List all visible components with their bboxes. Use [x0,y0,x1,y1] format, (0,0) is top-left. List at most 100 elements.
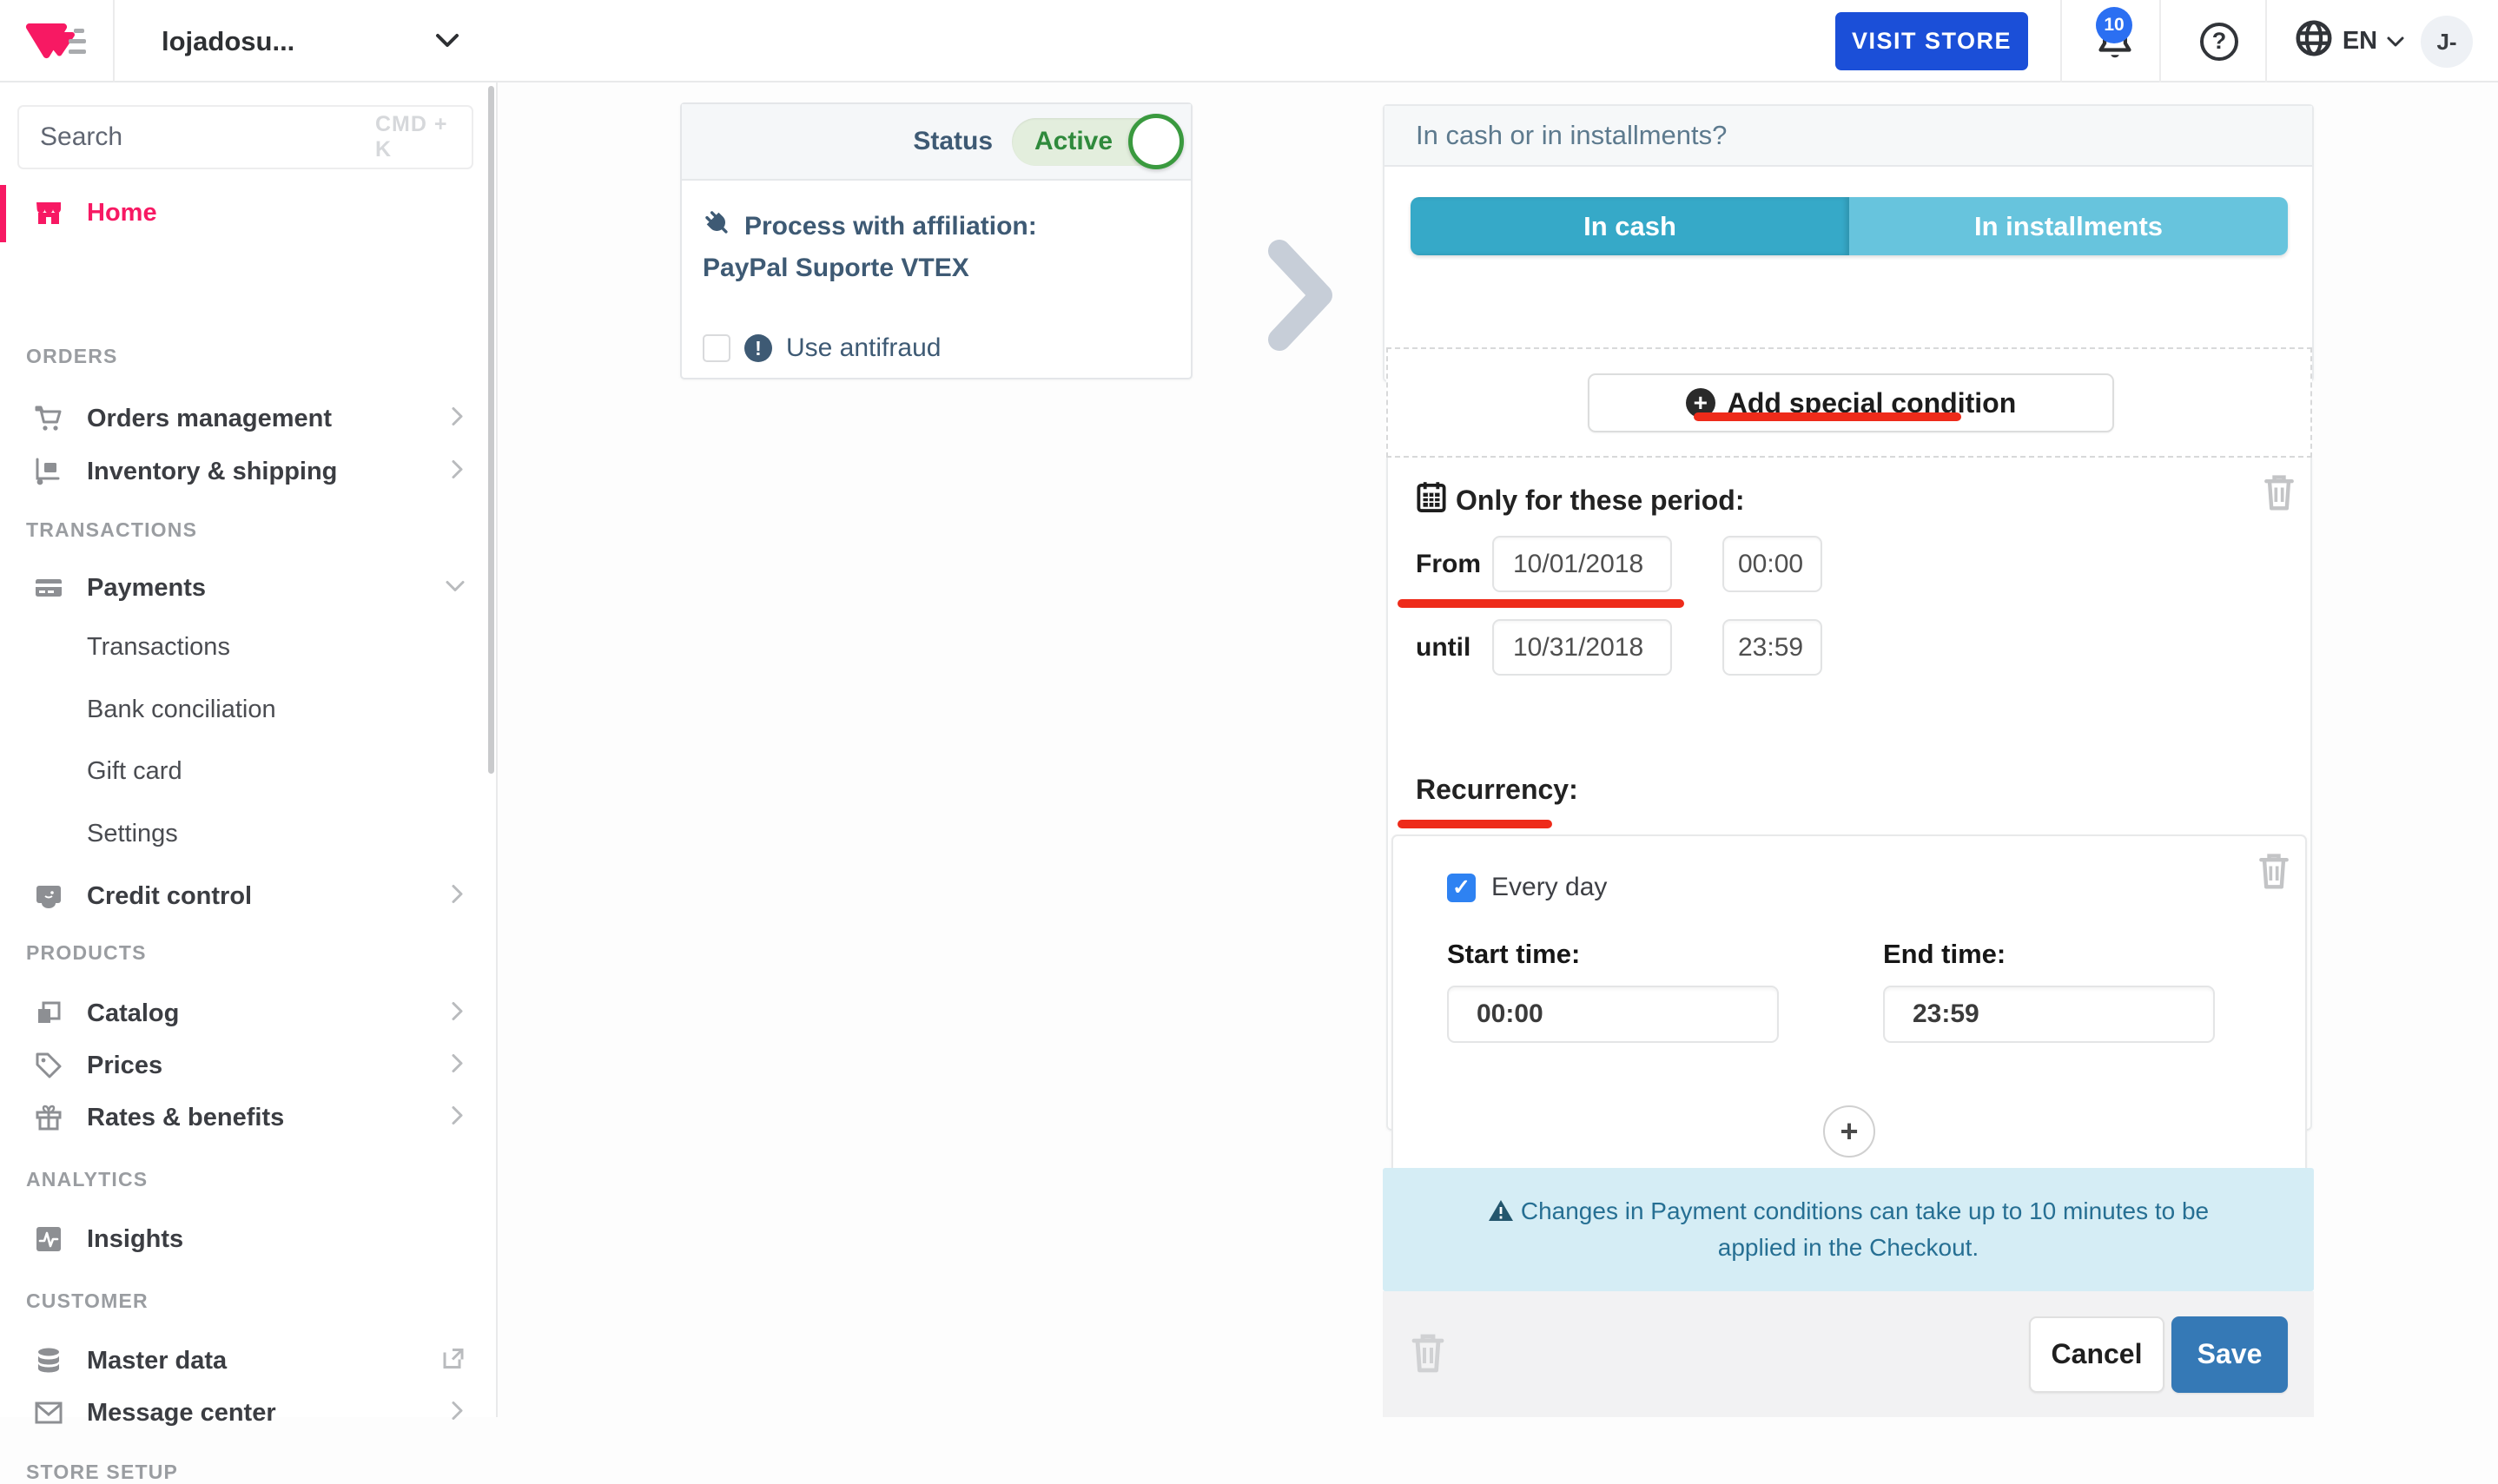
save-button[interactable]: Save [2171,1316,2288,1393]
sidebar-item-rates-benefits[interactable]: Rates & benefits [0,1090,496,1145]
affiliation-label: Process with affiliation: [744,212,1037,241]
envelope-icon [33,1397,64,1428]
topbar: lojadosu... VISIT STORE 10 ? EN [0,0,2498,82]
alert-text: Changes in Payment conditions can take u… [1475,1193,2222,1266]
section-label-orders: ORDERS [26,345,118,368]
from-label: From [1416,550,1492,579]
checkout-delay-alert: Changes in Payment conditions can take u… [1383,1168,2314,1291]
section-label-transactions: TRANSACTIONS [26,518,197,542]
from-date-input[interactable] [1492,536,1672,592]
period-from-row: From [1416,536,1822,592]
help-button[interactable]: ? [2180,0,2258,82]
chevron-right-icon [447,1000,466,1027]
vtex-logo-icon [25,16,88,67]
catalog-icon [33,998,64,1029]
sidebar-item-label: Home [87,199,157,228]
store-name: lojadosu... [162,26,294,57]
credit-control-icon [33,881,64,912]
status-value: Active [1034,127,1113,156]
vtex-logo[interactable] [0,0,115,82]
delete-condition-button[interactable] [1407,1329,1449,1380]
language-label: EN [2343,27,2377,56]
visit-store-button[interactable]: VISIT STORE [1835,12,2028,70]
sidebar-item-label: Gift card [87,757,182,786]
delete-recurrence-button[interactable] [2255,848,2293,896]
sidebar-item-gift-card[interactable]: Gift card [0,743,496,799]
until-date-input[interactable] [1492,619,1672,676]
add-special-condition-button[interactable]: + Add special condition [1588,373,2114,432]
until-time-input[interactable] [1722,619,1822,676]
language-selector[interactable]: EN [2284,0,2415,82]
every-day-checkbox[interactable] [1447,874,1476,902]
sidebar-item-bank-conciliation[interactable]: Bank conciliation [0,682,496,737]
sidebar-item-prices[interactable]: Prices [0,1038,496,1093]
trash-icon [1407,1329,1449,1377]
main-content: Status Active Process with affili [499,82,2498,1417]
delete-period-button[interactable] [2260,470,2298,518]
sidebar-item-label: Rates & benefits [87,1104,284,1132]
sidebar-item-credit-control[interactable]: Credit control [0,868,496,924]
sidebar-item-transactions[interactable]: Transactions [0,619,496,675]
storefront-icon [33,197,64,228]
sidebar-scrollbar[interactable] [488,86,494,774]
sidebar-item-payments[interactable]: Payments [0,560,496,616]
calendar-icon [1416,480,1447,520]
every-day-option[interactable]: Every day [1447,873,1607,902]
sidebar-item-catalog[interactable]: Catalog [0,986,496,1041]
notifications-button[interactable]: 10 [2072,0,2158,82]
sidebar: CMD + K Home ORDERS Orders management In… [0,82,498,1417]
sidebar-item-label: Master data [87,1347,227,1375]
start-time-input[interactable] [1447,986,1779,1043]
sidebar-item-label: Orders management [87,405,332,433]
section-label-products: PRODUCTS [26,941,147,965]
trash-icon [2255,848,2293,894]
globe-icon [2294,18,2334,65]
sidebar-item-message-center[interactable]: Message center [0,1385,496,1441]
start-time-label: Start time: [1447,939,1779,970]
end-time-input[interactable] [1883,986,2215,1043]
toggle-knob[interactable] [1128,114,1184,169]
status-label: Status [913,127,993,156]
special-condition-box: Only for these period: From until Recurr… [1386,458,2312,1131]
sidebar-item-inventory-shipping[interactable]: Inventory & shipping [0,444,496,499]
antifraud-checkbox[interactable] [703,334,730,362]
sidebar-item-orders-management[interactable]: Orders management [0,391,496,446]
from-time-input[interactable] [1722,536,1822,592]
search-shortcut-hint: CMD + K [375,112,451,162]
section-label-customer: CUSTOMER [26,1289,149,1313]
sidebar-search[interactable]: CMD + K [17,105,473,169]
cart-icon [33,403,64,434]
annotation-underline-period [1398,599,1684,608]
sidebar-item-home[interactable]: Home [0,185,496,241]
chevron-down-icon[interactable] [434,31,460,55]
insights-icon [33,1223,64,1255]
chevron-right-icon [447,883,466,910]
chevron-down-icon [444,577,466,600]
chevron-right-icon [1264,239,1351,356]
add-condition-strip: + Add special condition [1386,347,2312,458]
chevron-right-icon [447,1105,466,1131]
recurrency-title: Recurrency: [1416,774,1578,806]
gift-icon [33,1102,64,1133]
question-mark-icon: ? [2200,23,2238,61]
add-recurrence-button[interactable]: + [1823,1105,1875,1158]
sidebar-item-settings[interactable]: Settings [0,806,496,861]
tab-in-installments[interactable]: In installments [1849,197,2288,255]
section-label-store-setup: STORE SETUP [26,1461,178,1484]
cancel-button[interactable]: Cancel [2029,1316,2164,1393]
trash-icon [2260,470,2298,515]
affiliation-value: PayPal Suporte VTEX [703,254,1170,283]
sidebar-item-insights[interactable]: Insights [0,1211,496,1267]
tab-in-cash[interactable]: In cash [1411,197,1849,255]
period-until-row: until [1416,619,1822,676]
plug-icon [703,208,732,245]
avatar[interactable]: J- [2421,16,2473,68]
sidebar-item-master-data[interactable]: Master data [0,1333,496,1388]
warning-icon [1488,1198,1514,1223]
installments-panel-header: In cash or in installments? [1384,106,2312,167]
panel-question: In cash or in installments? [1416,120,1727,151]
search-input[interactable] [40,122,375,152]
status-toggle[interactable]: Active [1012,118,1177,166]
chevron-right-icon [447,1400,466,1427]
sidebar-item-label: Prices [87,1052,162,1080]
